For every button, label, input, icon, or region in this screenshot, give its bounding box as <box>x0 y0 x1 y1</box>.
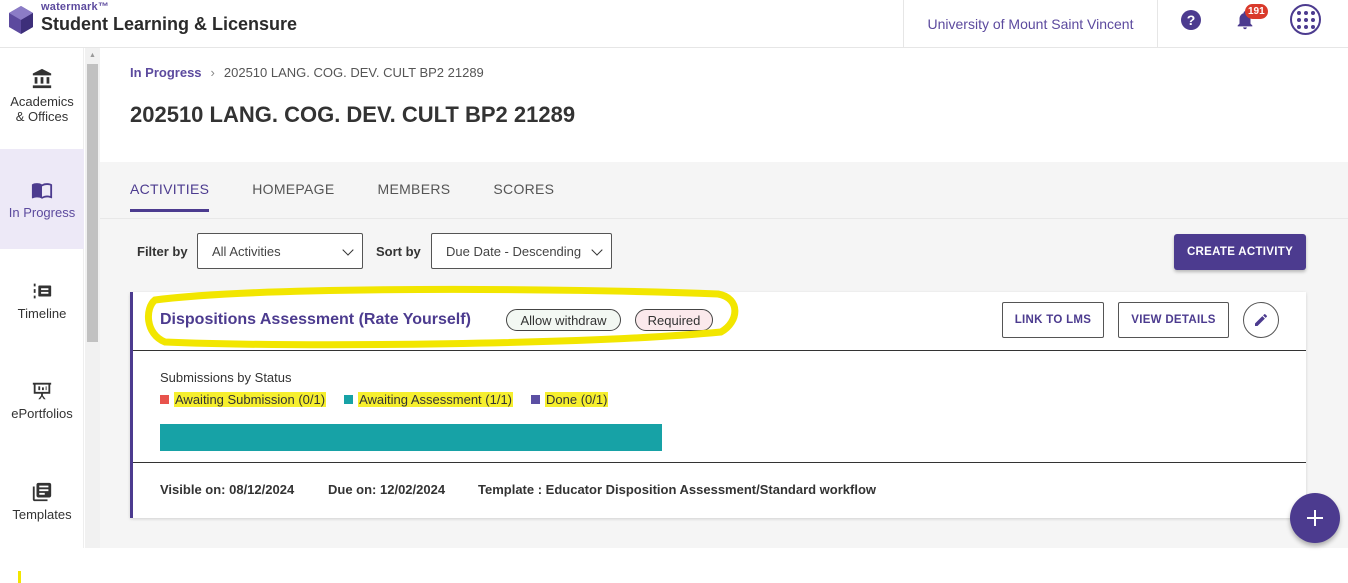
card-divider <box>133 350 1306 351</box>
sidebar-item-eportfolios[interactable]: ePortfolios <box>0 380 84 421</box>
breadcrumb: In Progress › 202510 LANG. COG. DEV. CUL… <box>130 65 484 80</box>
view-details-button[interactable]: VIEW DETAILS <box>1118 302 1229 338</box>
open-book-icon <box>31 183 53 199</box>
sort-select[interactable]: Due Date - Descending <box>431 233 612 269</box>
breadcrumb-separator: › <box>210 65 215 80</box>
brand-small-text: watermark™ <box>41 1 110 13</box>
bar-segment-awaiting-assessment <box>160 424 662 451</box>
pencil-icon <box>1255 313 1268 326</box>
legend-item-done: Done (0/1) <box>531 392 609 407</box>
edit-button[interactable] <box>1243 302 1279 338</box>
breadcrumb-link-in-progress[interactable]: In Progress <box>130 65 202 80</box>
sidebar-item-timeline[interactable]: Timeline <box>0 280 84 321</box>
filter-select-value: All Activities <box>212 243 281 259</box>
sidebar-item-templates[interactable]: Templates <box>0 481 84 522</box>
submissions-title: Submissions by Status <box>160 370 292 385</box>
sidebar-item-label: Timeline <box>17 306 67 321</box>
filter-select[interactable]: All Activities <box>197 233 363 269</box>
template-text: Template : Educator Disposition Assessme… <box>478 482 877 497</box>
sort-select-value: Due Date - Descending <box>446 243 582 259</box>
status-legend: Awaiting Submission (0/1) Awaiting Asses… <box>160 392 626 407</box>
notification-badge: 191 <box>1245 4 1268 19</box>
card-divider <box>133 462 1306 463</box>
tab-homepage[interactable]: HOMEPAGE <box>252 181 334 212</box>
activity-title[interactable]: Dispositions Assessment (Rate Yourself) <box>160 311 471 329</box>
page-footer-space <box>0 548 1348 583</box>
required-badge: Required <box>635 309 713 331</box>
tab-members[interactable]: MEMBERS <box>378 181 451 212</box>
help-icon[interactable]: ? <box>1181 10 1201 30</box>
templates-icon <box>32 482 52 502</box>
legend-swatch <box>344 395 354 404</box>
link-to-lms-button[interactable]: LINK TO LMS <box>1002 302 1104 338</box>
highlighter-mark <box>18 571 21 583</box>
tab-activities[interactable]: ACTIVITIES <box>130 181 210 212</box>
legend-item-awaiting-submission: Awaiting Submission (0/1) <box>160 392 327 407</box>
brand-logo[interactable]: watermark™ Student Learning & Licensure <box>8 2 297 35</box>
sidebar-item-label: Templates <box>12 507 72 522</box>
sidebar-scroll-thumb[interactable] <box>87 64 98 342</box>
legend-swatch <box>531 395 541 404</box>
sidebar-item-label: In Progress <box>8 205 76 220</box>
allow-withdraw-badge: Allow withdraw <box>506 309 621 331</box>
chevron-down-icon <box>342 244 354 256</box>
bank-icon <box>32 68 52 89</box>
sidebar-item-label: Academics <box>10 94 74 109</box>
legend-item-awaiting-assessment: Awaiting Assessment (1/1) <box>344 392 514 407</box>
legend-label: Awaiting Assessment (1/1) <box>358 392 514 407</box>
tab-bar: ACTIVITIES HOMEPAGE MEMBERS SCORES <box>130 181 597 212</box>
create-activity-button[interactable]: CREATE ACTIVITY <box>1174 234 1306 270</box>
timeline-icon <box>33 283 52 299</box>
chevron-down-icon <box>591 244 603 256</box>
sort-by-label: Sort by <box>376 244 421 259</box>
sidebar-item-academics[interactable]: Academics & Offices <box>0 68 84 124</box>
apps-grid-icon[interactable] <box>1290 4 1321 35</box>
tab-scores[interactable]: SCORES <box>493 181 554 212</box>
breadcrumb-current: 202510 LANG. COG. DEV. CULT BP2 21289 <box>223 65 484 80</box>
sidebar-item-label: & Offices <box>15 109 69 124</box>
watermark-logo-icon <box>9 6 33 34</box>
sidebar-item-label: ePortfolios <box>11 406 73 421</box>
legend-label: Done (0/1) <box>545 392 609 407</box>
visible-on-text: Visible on: 08/12/2024 <box>160 482 295 497</box>
status-bar <box>160 424 1280 451</box>
add-fab-button[interactable] <box>1290 493 1340 543</box>
presentation-icon <box>32 382 52 400</box>
sidebar: Academics & Offices In Progress Timeline… <box>0 48 84 548</box>
plus-icon <box>1307 510 1323 526</box>
legend-swatch <box>160 395 169 404</box>
scroll-up-arrow-icon[interactable]: ▲ <box>87 52 98 60</box>
institution-name[interactable]: University of Mount Saint Vincent <box>903 0 1158 48</box>
legend-label: Awaiting Submission (0/1) <box>174 392 327 407</box>
due-on-text: Due on: 12/02/2024 <box>328 482 446 497</box>
filter-by-label: Filter by <box>137 244 188 259</box>
page-title: 202510 LANG. COG. DEV. CULT BP2 21289 <box>130 102 576 127</box>
brand-title: Student Learning & Licensure <box>41 14 298 34</box>
sidebar-item-in-progress[interactable]: In Progress <box>0 149 84 249</box>
